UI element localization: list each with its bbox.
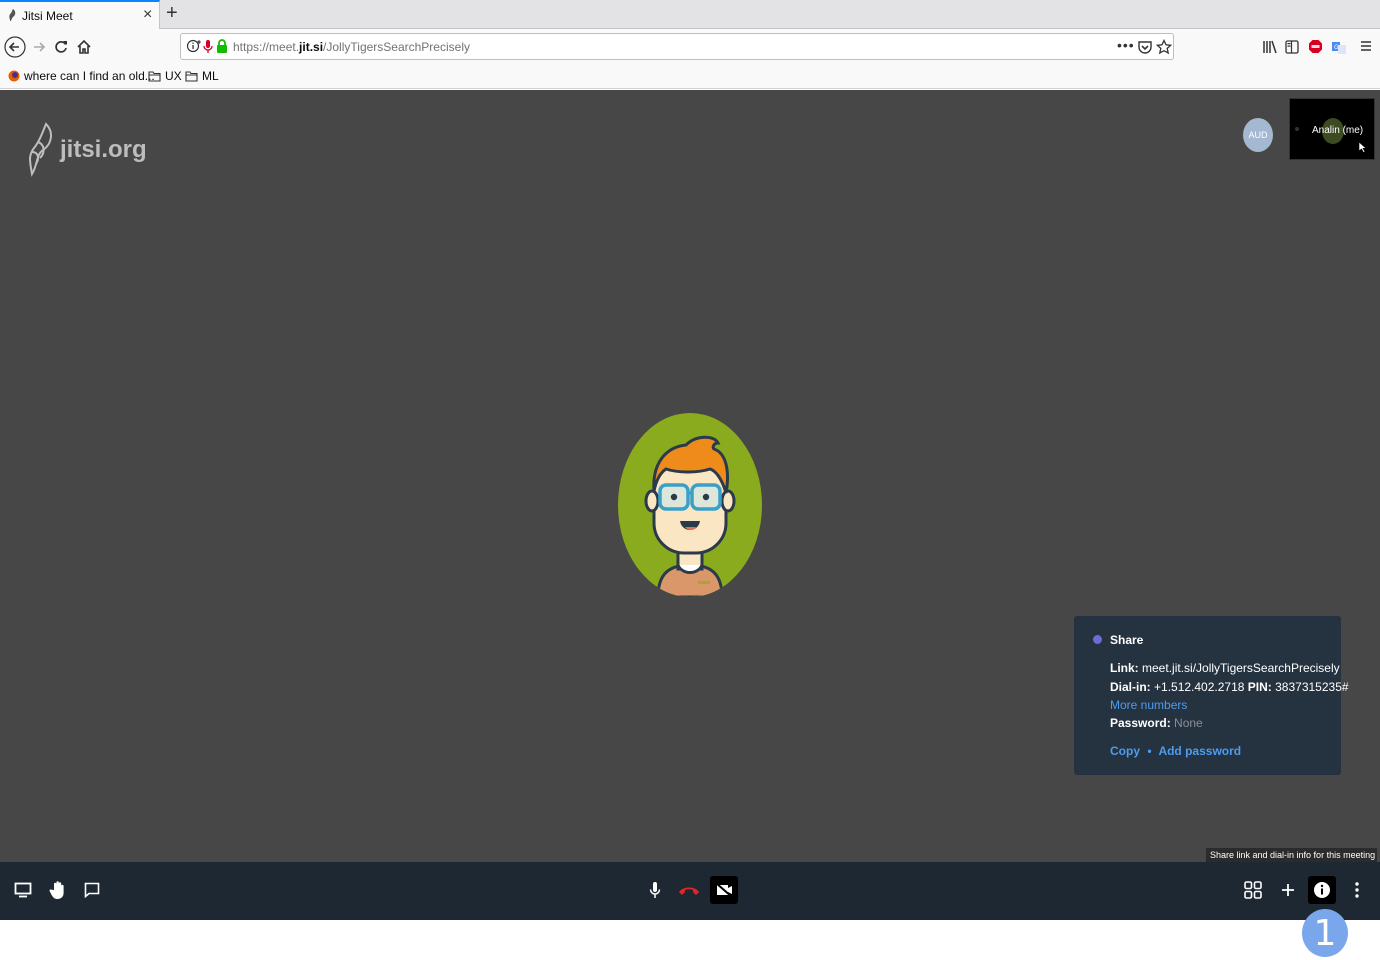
reload-button[interactable] <box>49 35 73 59</box>
participant-avatar <box>618 413 762 597</box>
local-video-thumbnail[interactable]: Analin (me) <box>1289 98 1375 160</box>
share-title: Share <box>1110 633 1144 647</box>
pin-value: 3837315235# <box>1275 680 1349 694</box>
address-bar[interactable]: https://meet.jit.si/JollyTigersSearchPre… <box>180 33 1174 60</box>
hamburger-menu-icon[interactable] <box>1360 40 1372 52</box>
screen-share-icon <box>14 882 32 898</box>
raise-hand-button[interactable] <box>44 876 72 904</box>
tab-bar: Jitsi Meet × + <box>0 0 1380 29</box>
tile-view-icon <box>1244 881 1262 899</box>
connection-indicator-icon <box>1295 127 1299 131</box>
page-actions-menu-icon[interactable]: ••• <box>1117 37 1135 53</box>
password-row: Password: None <box>1110 716 1203 730</box>
screen-share-button[interactable] <box>9 876 37 904</box>
share-actions: Copy • Add password <box>1110 744 1241 758</box>
plus-icon <box>1282 884 1294 896</box>
microphone-button[interactable] <box>641 876 669 904</box>
bookmark-folder-ux[interactable]: UX <box>148 69 182 83</box>
forward-button[interactable] <box>27 35 51 59</box>
more-options-button[interactable] <box>1343 876 1371 904</box>
url-text[interactable]: https://meet.jit.si/JollyTigersSearchPre… <box>233 40 470 54</box>
step-annotation-badge: 1 <box>1302 909 1348 957</box>
browser-tab[interactable]: Jitsi Meet × <box>0 0 160 29</box>
add-password-button[interactable]: Add password <box>1158 744 1241 758</box>
info-icon[interactable] <box>187 39 201 53</box>
library-icon[interactable] <box>1262 40 1278 54</box>
bookmark-folder-ml[interactable]: ML <box>185 69 219 83</box>
dial-in-row: Dial-in: +1.512.402.2718 PIN: 3837315235… <box>1110 680 1349 694</box>
remote-participant-avatar[interactable]: AUD <box>1243 118 1273 152</box>
copy-button[interactable]: Copy <box>1110 744 1140 758</box>
microphone-permission-icon[interactable] <box>203 39 213 55</box>
home-icon <box>77 39 91 54</box>
chat-icon <box>84 882 100 898</box>
adblock-plus-icon[interactable] <box>1308 39 1323 54</box>
password-value: None <box>1174 716 1203 730</box>
raise-hand-icon <box>49 881 64 899</box>
vertical-dots-icon <box>1355 882 1359 898</box>
hangup-button[interactable] <box>675 876 703 904</box>
tab-close-icon[interactable]: × <box>143 6 152 24</box>
tile-view-button[interactable] <box>1239 876 1267 904</box>
bookmark-label: where can I find an old... <box>24 69 155 83</box>
folder-icon <box>185 70 198 82</box>
navigation-bar: https://meet.jit.si/JollyTigersSearchPre… <box>0 29 1380 65</box>
share-indicator-icon <box>1093 635 1102 644</box>
jitsi-logo[interactable]: jitsi.org <box>26 122 147 178</box>
chat-button[interactable] <box>78 876 106 904</box>
secure-lock-icon <box>216 39 228 53</box>
dial-in-number: +1.512.402.2718 <box>1154 680 1245 694</box>
bookmark-item[interactable]: where can I find an old... <box>8 69 155 83</box>
action-separator: • <box>1147 744 1152 758</box>
hangup-icon <box>679 887 699 895</box>
back-arrow-icon <box>4 36 26 58</box>
jitsi-logo-icon <box>29 122 52 177</box>
camera-button[interactable] <box>710 876 738 904</box>
svg-text:G: G <box>1334 44 1339 51</box>
info-circle-icon <box>1314 882 1330 898</box>
bookmark-label: ML <box>202 69 219 83</box>
logo-text: jitsi.org <box>60 136 147 163</box>
meeting-toolbar <box>0 862 1380 920</box>
share-info-panel: Share Link: meet.jit.si/JollyTigersSearc… <box>1074 616 1349 775</box>
folder-icon <box>148 70 161 82</box>
tab-title: Jitsi Meet <box>22 9 73 23</box>
firefox-icon <box>8 70 20 82</box>
meeting-link[interactable]: meet.jit.si/JollyTigersSearchPrecisely <box>1142 661 1340 675</box>
self-display-name: Analin (me) <box>1312 125 1364 136</box>
microphone-icon <box>649 882 661 898</box>
camera-off-icon <box>715 882 733 898</box>
back-button[interactable] <box>3 35 27 59</box>
cartoon-avatar-icon <box>618 413 762 597</box>
reload-icon <box>55 41 67 53</box>
new-tab-button[interactable]: + <box>166 3 178 23</box>
more-numbers-link[interactable]: More numbers <box>1110 698 1187 712</box>
bookmark-label: UX <box>165 69 182 83</box>
mouse-cursor-icon <box>1358 141 1368 153</box>
invite-button[interactable] <box>1274 876 1302 904</box>
home-button[interactable] <box>72 35 96 59</box>
meeting-link-row: Link: meet.jit.si/JollyTigersSearchPreci… <box>1110 661 1340 675</box>
pocket-icon[interactable] <box>1137 39 1153 55</box>
forward-arrow-icon <box>34 42 46 52</box>
bookmarks-toolbar: where can I find an old... UX ML <box>0 65 1380 89</box>
info-button[interactable] <box>1308 876 1336 904</box>
translate-icon[interactable]: G <box>1332 39 1346 54</box>
bookmark-star-icon[interactable] <box>1156 39 1172 55</box>
sidebar-icon[interactable] <box>1285 40 1299 54</box>
jitsi-favicon-icon <box>7 8 19 22</box>
